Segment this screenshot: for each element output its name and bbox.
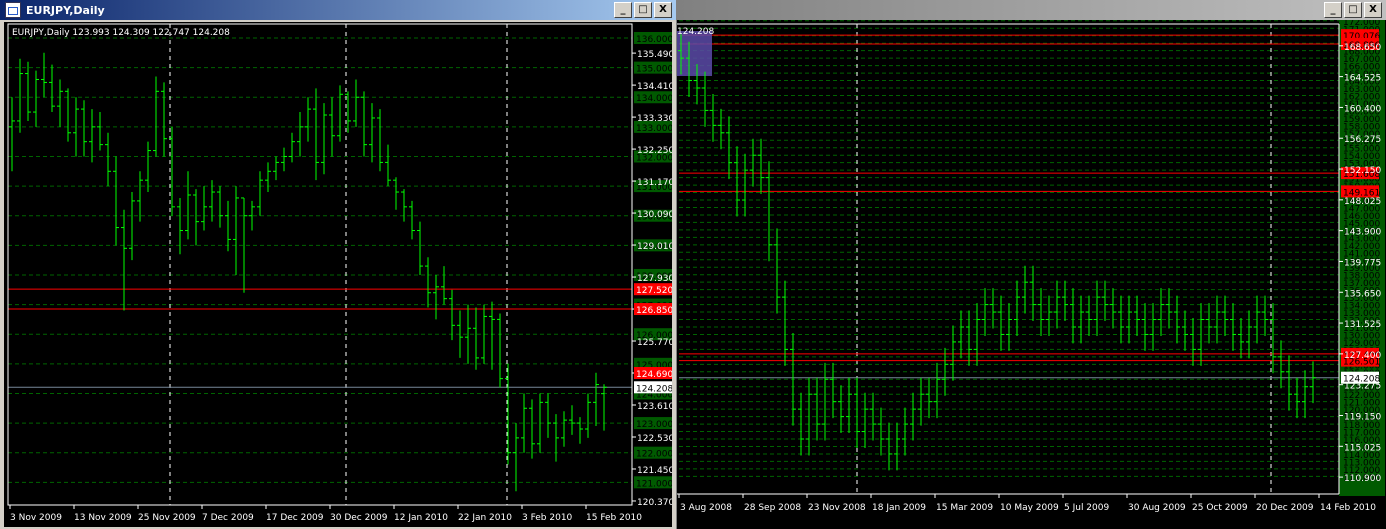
price-chart-left[interactable]: 136.000135.000134.000133.000132.000131.0… [4,22,672,527]
date-axis-label: 30 Dec 2009 [330,513,388,523]
date-axis-label: 7 Dec 2009 [202,513,254,523]
close-button[interactable]: X [1364,2,1382,18]
maximize-button[interactable]: □ [634,2,652,18]
date-axis-label: 14 Feb 2010 [1320,503,1376,513]
price-axis-label: 139.775 [1344,258,1381,268]
price-axis-label: 120.370 [637,498,672,508]
grid-level-label: 121.000 [636,479,672,489]
minimize-button[interactable]: _ [1324,2,1342,18]
price-axis-label: 156.275 [1344,135,1381,145]
price-axis-label: 168.650 [1344,43,1381,53]
level-price-label: 127.520 [636,286,672,296]
price-axis-label: 135.650 [1344,289,1381,299]
date-axis-label: 13 Nov 2009 [74,513,132,523]
window-titlebar-inactive[interactable]: _ □ X [677,0,1386,20]
chart-window-right: _ □ X 111.000 112.000 113.000 114.000 115.00… [677,0,1386,529]
chart-info-text: EURJPY,Daily 123.993 124.309 122.747 124… [12,28,230,38]
price-axis-label: 164.525 [1344,74,1381,84]
price-axis-label: 160.400 [1344,104,1381,114]
date-axis-label: 15 Mar 2009 [936,503,993,513]
price-axis-label: 125.770 [637,338,672,348]
date-axis-label: 3 Nov 2009 [10,513,62,523]
price-axis-label: 131.170 [637,178,672,188]
price-axis-label: 148.025 [1344,197,1381,207]
date-axis-label: 15 Feb 2010 [586,513,642,523]
date-axis-label: 22 Jan 2010 [458,513,512,523]
grid-level-label: 122.000 [636,450,672,460]
price-axis-label: 121.450 [637,466,672,476]
date-axis-label: 25 Oct 2009 [1192,503,1248,513]
date-axis-label: 23 Nov 2008 [808,503,866,513]
bid-corner-label: 124.208 [677,27,714,37]
price-axis-label: 127.400 [1344,351,1381,361]
window-title: EURJPY,Daily [26,3,105,17]
price-axis-label: 129.010 [637,242,672,252]
price-axis-label: 123.610 [637,402,672,412]
date-axis-label: 25 Nov 2009 [138,513,196,523]
minimize-button[interactable]: _ [614,2,632,18]
level-price-label: 126.850 [636,306,672,316]
price-axis-label: 130.090 [637,210,672,220]
window-titlebar[interactable]: EURJPY,Daily _ □ X [0,0,676,20]
date-axis-label: 3 Feb 2010 [522,513,573,523]
close-button[interactable]: X [654,2,672,18]
date-axis-label: 20 Dec 2009 [1256,503,1314,513]
price-axis-label: 119.150 [1344,412,1381,422]
price-axis-label: 127.930 [637,274,672,284]
grid-level-label: 135.000 [636,65,672,75]
date-axis-label: 28 Sep 2008 [744,503,801,513]
date-axis-label: 10 May 2009 [1000,503,1059,513]
date-axis-label: 12 Jan 2010 [394,513,448,523]
date-axis-label: 17 Dec 2009 [266,513,324,523]
price-axis-label: 172.775 [1344,20,1381,22]
chart-window-eurjpy-daily: EURJPY,Daily _ □ X 136.000 135.000 134.000… [0,0,677,529]
price-chart-right[interactable]: 111.000112.000113.000114.000115.000116.0… [677,20,1386,529]
level-price-label: 124.690 [636,370,672,380]
grid-level-label: 134.000 [636,94,672,104]
grid-level-label: 123.000 [636,420,672,430]
price-axis-label: 132.250 [637,146,672,156]
date-axis-label: 5 Jul 2009 [1064,503,1109,513]
selection-highlight [677,31,712,76]
date-axis-label: 30 Aug 2009 [1128,503,1186,513]
price-axis-label: 122.530 [637,434,672,444]
price-axis-label: 143.900 [1344,228,1381,238]
bid-price-label: 124.208 [636,384,672,394]
grid-level-label: 136.000 [636,35,672,45]
price-axis-label: 110.900 [1344,474,1381,484]
price-axis-label: 152.150 [1344,166,1381,176]
chart-window-icon [5,2,21,18]
price-axis-label: 115.025 [1344,443,1381,453]
date-axis-label: 18 Jan 2009 [872,503,926,513]
grid-level-label: 133.000 [636,124,672,134]
price-axis-label: 131.525 [1344,320,1381,330]
maximize-button[interactable]: □ [1344,2,1362,18]
bid-price-label: 124.208 [1343,375,1380,385]
price-axis-label: 134.410 [637,82,672,92]
price-axis-label: 135.490 [637,50,672,60]
price-axis-label: 133.330 [637,114,672,124]
date-axis-label: 3 Aug 2008 [680,503,732,513]
